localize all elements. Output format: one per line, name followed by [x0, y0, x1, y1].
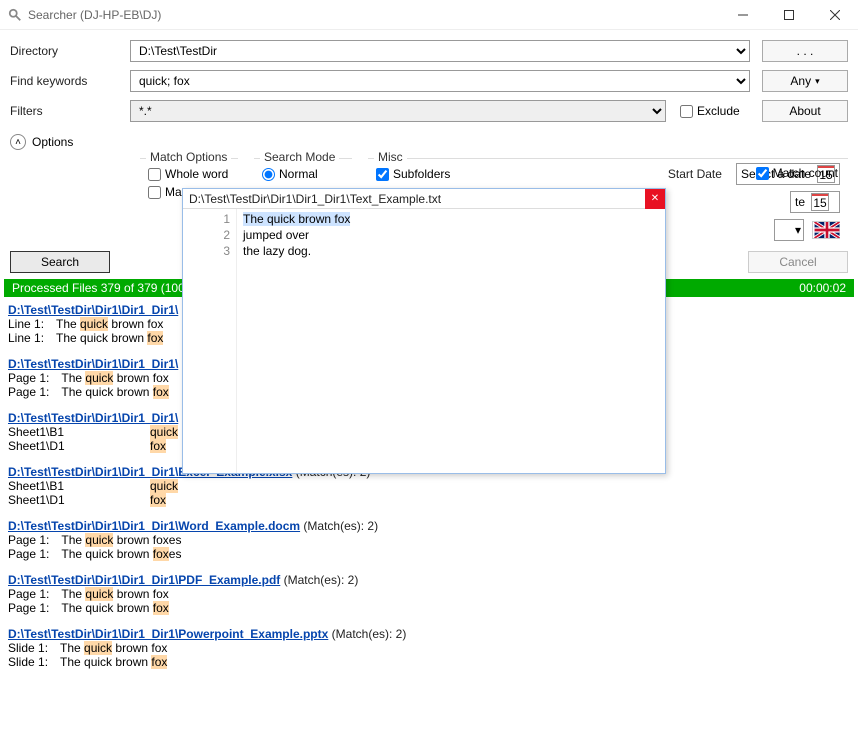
- exclude-checkbox[interactable]: Exclude: [680, 104, 740, 118]
- result-location: Page 1:: [8, 587, 49, 601]
- result-text: The quick brown fox: [61, 385, 168, 399]
- preview-popup: D:\Test\TestDir\Dir1\Dir1_Dir1\Text_Exam…: [182, 188, 666, 474]
- minimize-button[interactable]: [720, 0, 766, 30]
- result-text: The quick brown fox: [56, 331, 163, 345]
- highlight: quick: [85, 587, 113, 601]
- highlight: fox: [153, 601, 169, 615]
- result-location: Page 1:: [8, 371, 49, 385]
- end-date-input[interactable]: te 15: [790, 191, 840, 213]
- keywords-label: Find keywords: [10, 74, 130, 88]
- result-line: Page 1: The quick brown foxes: [8, 533, 850, 547]
- preview-title: D:\Test\TestDir\Dir1\Dir1_Dir1\Text_Exam…: [183, 192, 645, 206]
- match-count-text: (Match(es): 2): [280, 573, 358, 587]
- highlight: quick: [150, 479, 178, 493]
- directory-input[interactable]: D:\Test\TestDir: [130, 40, 750, 62]
- app-icon: [8, 8, 22, 22]
- result-text: The quick brown fox: [60, 655, 167, 669]
- close-button[interactable]: [812, 0, 858, 30]
- cancel-button[interactable]: Cancel: [748, 251, 848, 273]
- result-location: Page 1:: [8, 601, 49, 615]
- title-bar: Searcher (DJ-HP-EB\DJ): [0, 0, 858, 30]
- browse-button[interactable]: . . .: [762, 40, 848, 62]
- result-line: Page 1: The quick brown foxes: [8, 547, 850, 561]
- highlight: quick: [84, 641, 112, 655]
- search-mode-group: Search Mode Normal: [254, 158, 352, 189]
- highlight: fox: [150, 439, 166, 453]
- maximize-button[interactable]: [766, 0, 812, 30]
- filters-label: Filters: [10, 104, 130, 118]
- match-count-checkbox[interactable]: Match count: [756, 166, 838, 180]
- keywords-input[interactable]: quick; fox: [130, 70, 750, 92]
- result-line: Page 1: The quick brown fox: [8, 587, 850, 601]
- result-line: Sheet1\B1 quick: [8, 479, 850, 493]
- options-toggle[interactable]: ˄ Options: [0, 130, 858, 158]
- result-location: Page 1:: [8, 533, 49, 547]
- file-link[interactable]: D:\Test\TestDir\Dir1\Dir1_Dir1\: [8, 411, 178, 425]
- result-location: Page 1:: [8, 547, 49, 561]
- calendar-icon: 15: [811, 193, 829, 211]
- result-text: quick: [150, 425, 178, 439]
- subfolders-checkbox[interactable]: Subfolders: [376, 167, 450, 181]
- preview-close-button[interactable]: ✕: [645, 189, 665, 209]
- about-button[interactable]: About: [762, 100, 848, 122]
- result-location: Sheet1\B1: [8, 425, 138, 439]
- highlight: quick: [80, 317, 108, 331]
- result-text: The quick brown foxes: [61, 547, 181, 561]
- result-location: Slide 1:: [8, 641, 48, 655]
- file-link[interactable]: D:\Test\TestDir\Dir1\Dir1_Dir1\PDF_Examp…: [8, 573, 280, 587]
- chevron-up-icon: ˄: [10, 134, 26, 150]
- result-text: The quick brown fox: [61, 371, 168, 385]
- result-location: Sheet1\B1: [8, 479, 138, 493]
- filters-input[interactable]: *.*: [130, 100, 666, 122]
- file-block: D:\Test\TestDir\Dir1\Dir1_Dir1\Powerpoin…: [8, 627, 850, 669]
- file-link[interactable]: D:\Test\TestDir\Dir1\Dir1_Dir1\Word_Exam…: [8, 519, 300, 533]
- result-text: fox: [150, 493, 166, 507]
- highlight: fox: [147, 331, 163, 345]
- language-dropdown[interactable]: ▾: [774, 219, 804, 241]
- result-text: quick: [150, 479, 178, 493]
- preview-text[interactable]: The quick brown fox jumped over the lazy…: [237, 209, 665, 473]
- file-link[interactable]: D:\Test\TestDir\Dir1\Dir1_Dir1\: [8, 303, 178, 317]
- highlight: quick: [85, 371, 113, 385]
- result-line: Slide 1: The quick brown fox: [8, 655, 850, 669]
- result-text: The quick brown foxes: [61, 533, 181, 547]
- match-count-text: (Match(es): 2): [300, 519, 378, 533]
- match-count-text: (Match(es): 2): [328, 627, 406, 641]
- normal-radio[interactable]: Normal: [262, 167, 344, 181]
- directory-label: Directory: [10, 44, 130, 58]
- result-line: Slide 1: The quick brown fox: [8, 641, 850, 655]
- result-location: Page 1:: [8, 385, 49, 399]
- result-text: fox: [150, 439, 166, 453]
- file-block: D:\Test\TestDir\Dir1\Dir1_Dir1\PDF_Examp…: [8, 573, 850, 615]
- file-link[interactable]: D:\Test\TestDir\Dir1\Dir1_Dir1\Powerpoin…: [8, 627, 328, 641]
- highlight: fox: [150, 493, 166, 507]
- uk-flag-icon: [812, 221, 840, 239]
- result-location: Line 1:: [8, 331, 44, 345]
- result-line: Page 1: The quick brown fox: [8, 601, 850, 615]
- highlight: fox: [153, 547, 169, 561]
- start-date-label: Start Date: [668, 167, 722, 181]
- window-title: Searcher (DJ-HP-EB\DJ): [28, 8, 720, 22]
- file-block: D:\Test\TestDir\Dir1\Dir1_Dir1\Word_Exam…: [8, 519, 850, 561]
- highlight: quick: [150, 425, 178, 439]
- result-line: Sheet1\D1 fox: [8, 493, 850, 507]
- highlight: fox: [151, 655, 167, 669]
- result-text: The quick brown fox: [60, 641, 167, 655]
- result-location: Sheet1\D1: [8, 493, 138, 507]
- result-text: The quick brown fox: [56, 317, 163, 331]
- preview-gutter: 1 2 3: [183, 209, 237, 473]
- whole-word-checkbox[interactable]: Whole word: [148, 167, 230, 181]
- any-button[interactable]: Any▾: [762, 70, 848, 92]
- result-location: Sheet1\D1: [8, 439, 138, 453]
- file-link[interactable]: D:\Test\TestDir\Dir1\Dir1_Dir1\: [8, 357, 178, 371]
- highlight: fox: [153, 385, 169, 399]
- result-location: Line 1:: [8, 317, 44, 331]
- result-text: The quick brown fox: [61, 587, 168, 601]
- result-location: Slide 1:: [8, 655, 48, 669]
- search-button[interactable]: Search: [10, 251, 110, 273]
- highlight: quick: [85, 533, 113, 547]
- result-text: The quick brown fox: [61, 601, 168, 615]
